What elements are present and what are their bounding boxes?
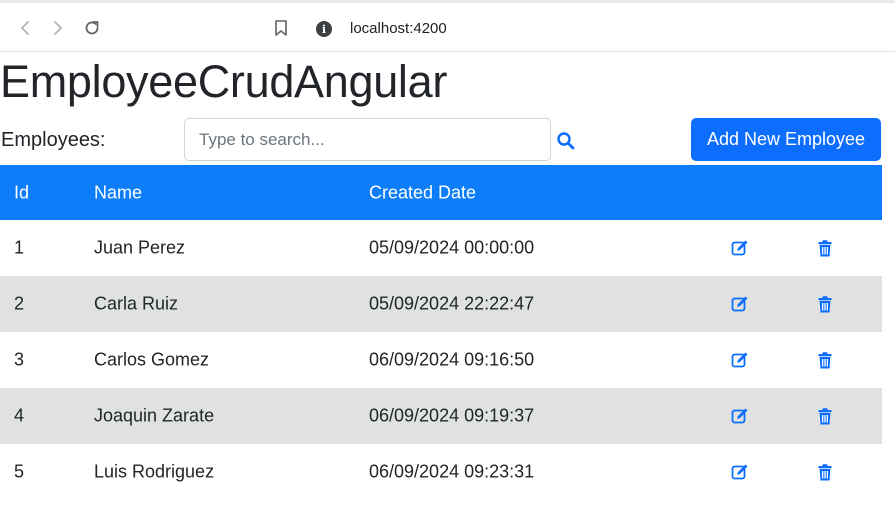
cell-name: Juan Perez	[94, 237, 186, 258]
edit-icon[interactable]	[731, 239, 749, 257]
table-row: 5 Luis Rodriguez 06/09/2024 09:23:31	[0, 444, 882, 500]
table-row: 1 Juan Perez 05/09/2024 00:00:00	[0, 220, 882, 276]
trash-icon[interactable]	[817, 239, 833, 257]
add-new-employee-button[interactable]: Add New Employee	[691, 118, 881, 161]
table-row: 2 Carla Ruiz 05/09/2024 22:22:47	[0, 276, 882, 332]
edit-icon[interactable]	[731, 407, 749, 425]
cell-id: 4	[14, 405, 25, 426]
employees-table: Id Name Created Date 1 Juan Perez 05/09/…	[0, 165, 882, 500]
cell-name: Carla Ruiz	[94, 293, 179, 314]
bookmark-button[interactable]	[270, 17, 292, 39]
cell-name: Luis Rodriguez	[94, 461, 215, 482]
edit-icon[interactable]	[731, 295, 749, 313]
header-id: Id	[14, 182, 30, 202]
edit-icon[interactable]	[731, 351, 749, 369]
trash-icon[interactable]	[817, 351, 833, 369]
header-name: Name	[94, 182, 143, 202]
trash-icon[interactable]	[817, 463, 833, 481]
trash-icon[interactable]	[817, 407, 833, 425]
cell-id: 3	[14, 349, 25, 370]
forward-button[interactable]	[47, 17, 69, 39]
cell-created-date: 05/09/2024 00:00:00	[369, 237, 535, 258]
header-created-date: Created Date	[369, 182, 477, 202]
edit-icon[interactable]	[731, 463, 749, 481]
trash-icon[interactable]	[817, 295, 833, 313]
cell-name: Joaquin Zarate	[94, 405, 215, 426]
reload-button[interactable]	[81, 17, 103, 39]
cell-id: 5	[14, 461, 25, 482]
cell-created-date: 06/09/2024 09:16:50	[369, 349, 535, 370]
search-input[interactable]	[184, 118, 551, 161]
cell-name: Carlos Gomez	[94, 349, 210, 370]
chevron-right-icon	[54, 21, 62, 35]
cell-created-date: 06/09/2024 09:19:37	[369, 405, 535, 426]
chevron-left-icon	[21, 21, 29, 35]
search-icon[interactable]	[556, 131, 576, 151]
bookmark-icon	[275, 20, 287, 36]
browser-toolbar: i localhost:4200	[0, 0, 895, 52]
table-header: Id Name Created Date	[0, 165, 882, 220]
back-button[interactable]	[14, 17, 36, 39]
page-title: EmployeeCrudAngular	[0, 56, 448, 107]
site-info-icon[interactable]: i	[316, 21, 332, 37]
cell-id: 2	[14, 293, 25, 314]
cell-id: 1	[14, 237, 25, 258]
reload-icon	[85, 21, 99, 35]
cell-created-date: 06/09/2024 09:23:31	[369, 461, 535, 482]
table-row: 3 Carlos Gomez 06/09/2024 09:16:50	[0, 332, 882, 388]
address-bar[interactable]: localhost:4200	[350, 20, 447, 37]
cell-created-date: 05/09/2024 22:22:47	[369, 293, 535, 314]
table-row: 4 Joaquin Zarate 06/09/2024 09:19:37	[0, 388, 882, 444]
employees-label: Employees:	[1, 129, 106, 151]
